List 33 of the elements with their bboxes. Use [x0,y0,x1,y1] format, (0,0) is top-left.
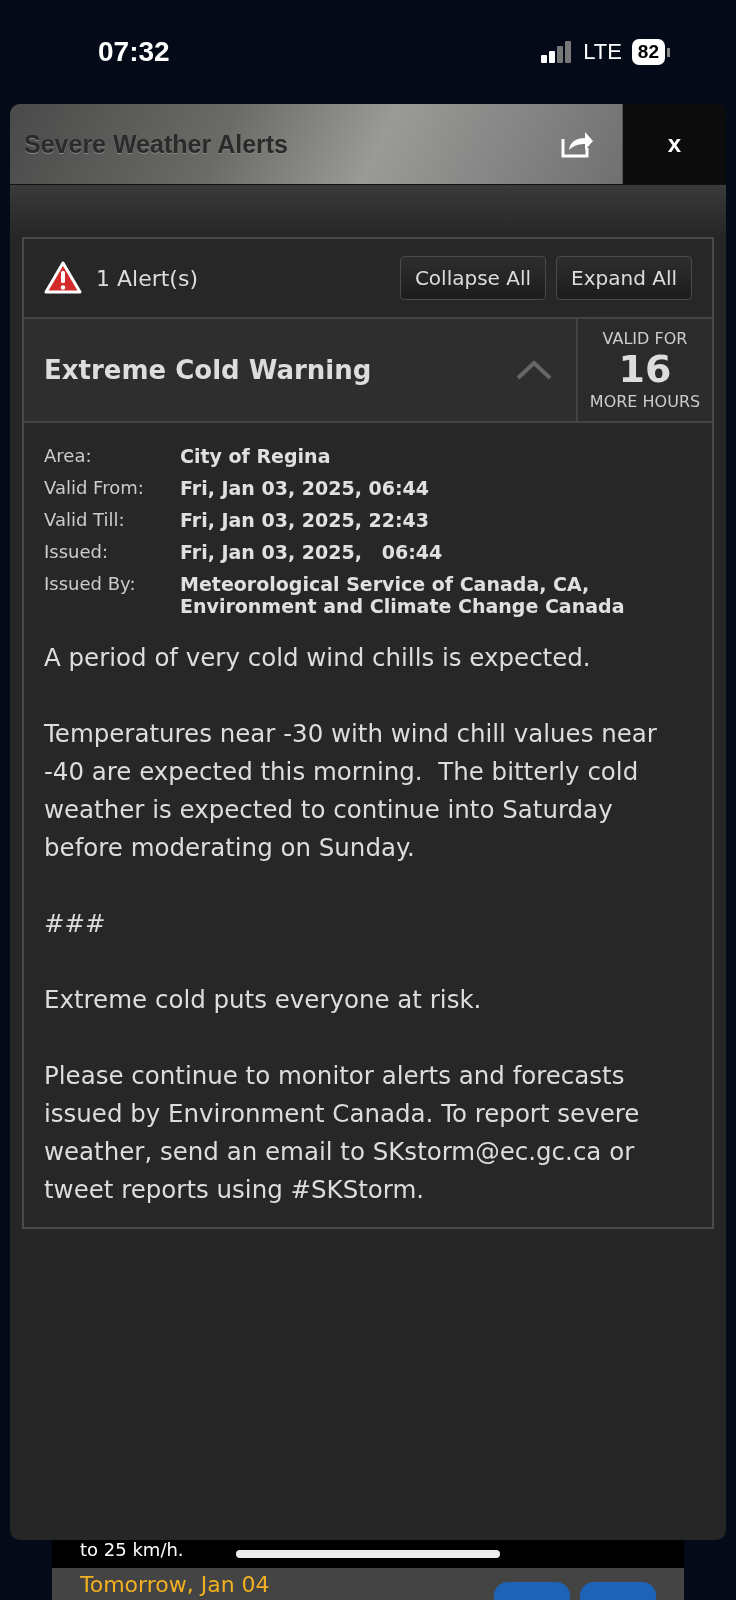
validity-hours: 16 [618,348,672,392]
network-label: LTE [583,39,622,65]
signal-icon [541,41,574,63]
detail-value: City of Regina [180,445,332,467]
clock: 07:32 [98,36,171,68]
alert-paragraph: Extreme cold puts everyone at risk. [44,984,483,1016]
battery-tip-icon [667,47,670,57]
detail-value: Meteorological Service of Canada, CA, Environment and Climate Change Canada [180,573,626,617]
toggle-all-button[interactable]: Collapse All [399,256,547,300]
alert-paragraph: A period of very cold wind chills is expected. [44,642,592,674]
detail-label: Issued: [44,541,110,563]
validity-label: VALID FOR [602,329,688,349]
detail-value: Fri, Jan 03, 2025, 06:44 [180,541,444,563]
battery-level: 82 [631,39,665,65]
info-button[interactable] [580,1582,656,1600]
detail-label: Valid Till: [44,509,126,531]
detail-label: Area: [44,445,93,467]
warning-icon [44,261,82,295]
alert-count: 1 Alert(s) [96,265,199,291]
menu-button[interactable] [494,1582,570,1600]
alert-header[interactable]: Extreme Cold Warning [24,319,576,421]
chevron-up-icon [516,360,552,380]
toggle-all-button[interactable]: Expand All [556,256,692,300]
detail-value: Fri, Jan 03, 2025, 06:44 [180,477,430,499]
detail-label: Valid From: [44,477,145,499]
detail-label: Issued By: [44,573,137,596]
forecast-date: Tomorrow, Jan 04 [80,1571,270,1599]
alert-paragraph: Please continue to monitor alerts and forecasts issued by Environment Canada. To report severe weather, send an email to SKstorm@ec.gc.ca or tweet reports using #SKStorm. [44,1060,641,1206]
validity-label: MORE HOURS [589,391,701,411]
alert-paragraph: ### [44,908,107,940]
detail-value: Fri, Jan 03, 2025, 22:43 [180,509,430,531]
close-button[interactable]: x [622,104,726,184]
alert-paragraph: Temperatures near -30 with wind chill values near -40 are expected this morning. The bitterly cold weather is expected to continue into Saturday before moderating on Sunday. [44,718,658,864]
